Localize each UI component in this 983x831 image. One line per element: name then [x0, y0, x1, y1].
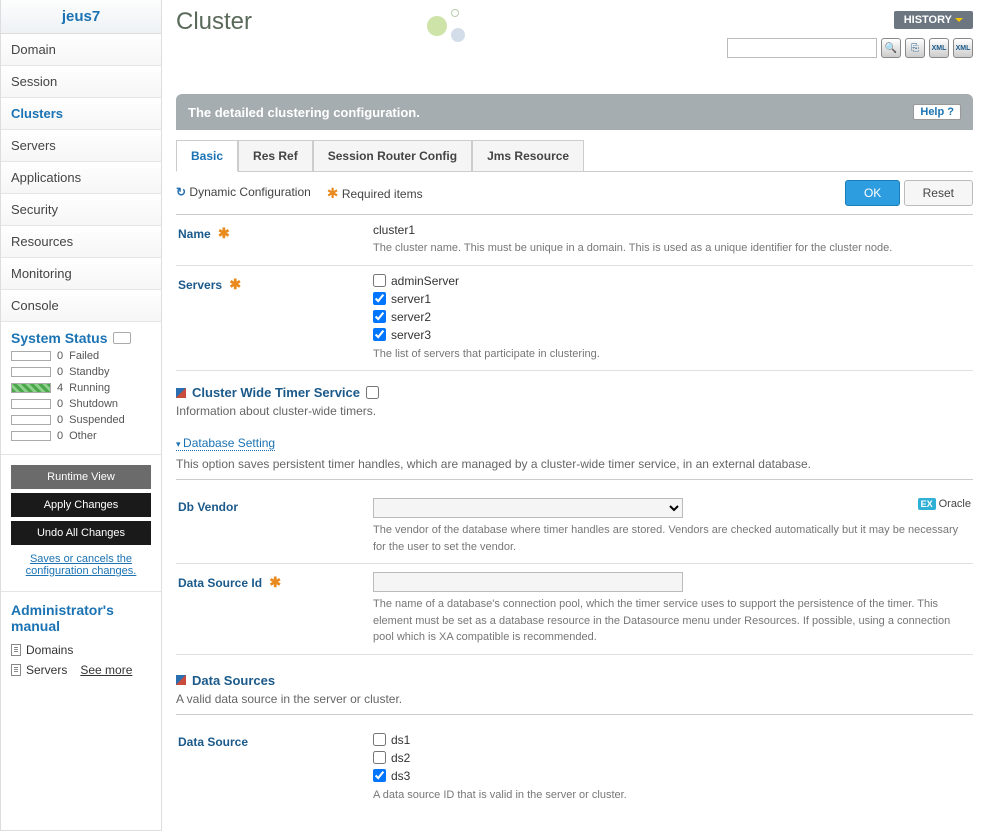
- nav-item-clusters[interactable]: Clusters: [1, 98, 161, 130]
- xml-up-button[interactable]: XML: [929, 38, 949, 58]
- datasource-checkbox-ds1[interactable]: [373, 733, 386, 746]
- datasource-option-ds1: ds1: [373, 733, 971, 747]
- search-icon-button[interactable]: 🔍: [881, 38, 901, 58]
- status-row-failed: 0Failed: [11, 350, 151, 362]
- status-row-shutdown: 0Shutdown: [11, 398, 151, 410]
- dynamic-config-legend: ↻ Dynamic Configuration: [176, 185, 311, 202]
- status-row-suspended: 0Suspended: [11, 414, 151, 426]
- server-checkbox-server3[interactable]: [373, 328, 386, 341]
- save-note-link[interactable]: Saves or cancels the configuration chang…: [26, 553, 137, 577]
- export-icon-button[interactable]: ⎘: [905, 38, 925, 58]
- nav-item-security[interactable]: Security: [1, 194, 161, 226]
- db-vendor-help: The vendor of the database where timer h…: [373, 522, 971, 555]
- server-option-adminserver: adminServer: [373, 274, 971, 288]
- tab-jms-resource[interactable]: Jms Resource: [472, 140, 584, 171]
- tab-basic[interactable]: Basic: [176, 140, 238, 172]
- status-bar-icon: [11, 383, 51, 393]
- status-bar-icon: [11, 351, 51, 361]
- manual-item-servers[interactable]: Servers See more: [11, 660, 151, 680]
- server-option-server2: server2: [373, 310, 971, 324]
- data-sources-sub: A valid data source in the server or clu…: [176, 692, 973, 715]
- database-setting-toggle[interactable]: Database Setting: [176, 436, 275, 451]
- status-bar-icon: [11, 367, 51, 377]
- nav-item-applications[interactable]: Applications: [1, 162, 161, 194]
- server-option-server3: server3: [373, 328, 971, 342]
- description-text: The detailed clustering configuration.: [188, 105, 420, 120]
- status-bar-icon: [11, 399, 51, 409]
- data-sources-title: Data Sources: [192, 673, 275, 688]
- data-source-id-help: The name of a database's connection pool…: [373, 596, 971, 646]
- nav-item-console[interactable]: Console: [1, 290, 161, 322]
- timer-section-sub: Information about cluster-wide timers.: [176, 404, 973, 418]
- nav-item-resources[interactable]: Resources: [1, 226, 161, 258]
- nav-item-session[interactable]: Session: [1, 66, 161, 98]
- status-bar-icon: [11, 415, 51, 425]
- name-value: cluster1: [373, 223, 971, 237]
- nav-item-servers[interactable]: Servers: [1, 130, 161, 162]
- servers-label: Servers ✱: [178, 274, 373, 363]
- nav-item-domain[interactable]: Domain: [1, 34, 161, 66]
- xml-down-button[interactable]: XML: [953, 38, 973, 58]
- nav-item-monitoring[interactable]: Monitoring: [1, 258, 161, 290]
- apply-changes-button[interactable]: Apply Changes: [11, 493, 151, 517]
- page-title: Cluster: [176, 8, 252, 36]
- monitor-icon: [113, 332, 131, 344]
- data-source-label: Data Source: [178, 733, 373, 804]
- section-flag-icon: [176, 388, 186, 398]
- status-bar-icon: [11, 431, 51, 441]
- manual-item-domains[interactable]: Domains: [11, 640, 151, 660]
- help-button[interactable]: Help ?: [913, 104, 961, 120]
- database-setting-sub: This option saves persistent timer handl…: [176, 457, 973, 480]
- history-button[interactable]: HISTORY: [894, 11, 973, 29]
- datasource-checkbox-ds2[interactable]: [373, 751, 386, 764]
- status-row-running: 4Running: [11, 382, 151, 394]
- status-row-standby: 0Standby: [11, 366, 151, 378]
- tab-session-router-config[interactable]: Session Router Config: [313, 140, 472, 171]
- timer-section-checkbox[interactable]: [366, 386, 379, 399]
- db-vendor-label: Db Vendor: [178, 498, 373, 555]
- datasource-checkbox-ds3[interactable]: [373, 769, 386, 782]
- search-input[interactable]: [727, 38, 877, 58]
- db-vendor-example: EXOracle: [918, 498, 971, 510]
- document-icon: [11, 664, 21, 676]
- data-source-help: A data source ID that is valid in the se…: [373, 787, 971, 804]
- name-label: Name ✱: [178, 223, 373, 257]
- see-more-link[interactable]: See more: [80, 663, 132, 677]
- datasource-option-ds2: ds2: [373, 751, 971, 765]
- datasource-option-ds3: ds3: [373, 769, 971, 783]
- status-row-other: 0Other: [11, 430, 151, 442]
- reset-button[interactable]: Reset: [904, 180, 973, 206]
- undo-all-changes-button[interactable]: Undo All Changes: [11, 521, 151, 545]
- server-option-server1: server1: [373, 292, 971, 306]
- name-help: The cluster name. This must be unique in…: [373, 240, 971, 257]
- brand: jeus7: [1, 0, 161, 34]
- manual-title: Administrator's manual: [11, 602, 151, 634]
- server-checkbox-server1[interactable]: [373, 292, 386, 305]
- timer-section-title: Cluster Wide Timer Service: [192, 385, 360, 400]
- servers-help: The list of servers that participate in …: [373, 346, 971, 363]
- required-items-legend: ✱ Required items: [327, 185, 423, 202]
- system-status-title: System Status: [11, 330, 151, 346]
- db-vendor-select[interactable]: [373, 498, 683, 518]
- server-checkbox-server2[interactable]: [373, 310, 386, 323]
- ok-button[interactable]: OK: [845, 180, 900, 206]
- runtime-view-button[interactable]: Runtime View: [11, 465, 151, 489]
- server-checkbox-adminserver[interactable]: [373, 274, 386, 287]
- chevron-down-icon: [955, 18, 963, 22]
- document-icon: [11, 644, 21, 656]
- data-source-id-input[interactable]: [373, 572, 683, 592]
- section-flag-icon: [176, 675, 186, 685]
- tab-res-ref[interactable]: Res Ref: [238, 140, 313, 171]
- data-source-id-label: Data Source Id ✱: [178, 572, 373, 646]
